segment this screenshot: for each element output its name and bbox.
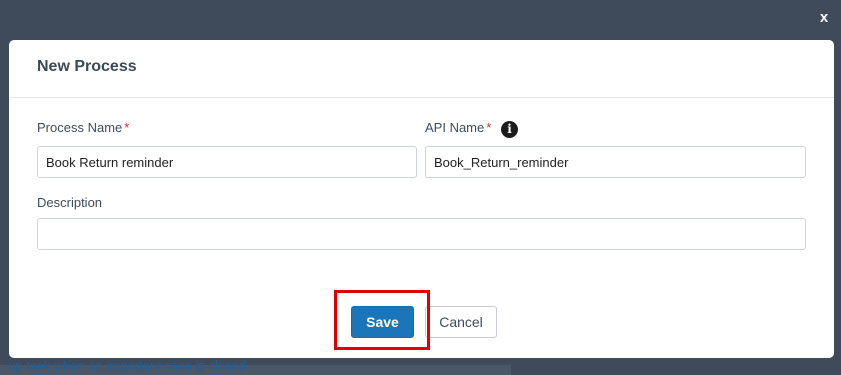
required-marker: * <box>486 120 492 135</box>
info-icon[interactable]: i <box>501 121 518 138</box>
dialog-title: New Process <box>37 58 137 75</box>
new-process-dialog: New Process Process Name* API Name* i De… <box>9 40 834 358</box>
required-marker: * <box>124 120 130 135</box>
cancel-button[interactable]: Cancel <box>425 306 497 338</box>
background-text: -up task when an important case is close… <box>4 358 247 373</box>
process-name-input[interactable] <box>37 146 417 178</box>
description-input[interactable] <box>37 218 806 250</box>
close-icon[interactable]: x <box>815 8 833 28</box>
process-name-label: Process Name * <box>37 120 129 135</box>
description-label: Description <box>37 195 103 210</box>
api-name-label-text: API Name <box>425 120 485 135</box>
dialog-header: New Process <box>9 40 834 98</box>
api-name-input[interactable] <box>425 146 806 178</box>
save-button[interactable]: Save <box>351 306 414 338</box>
process-name-label-text: Process Name <box>37 120 123 135</box>
api-name-label: API Name * <box>425 120 491 135</box>
